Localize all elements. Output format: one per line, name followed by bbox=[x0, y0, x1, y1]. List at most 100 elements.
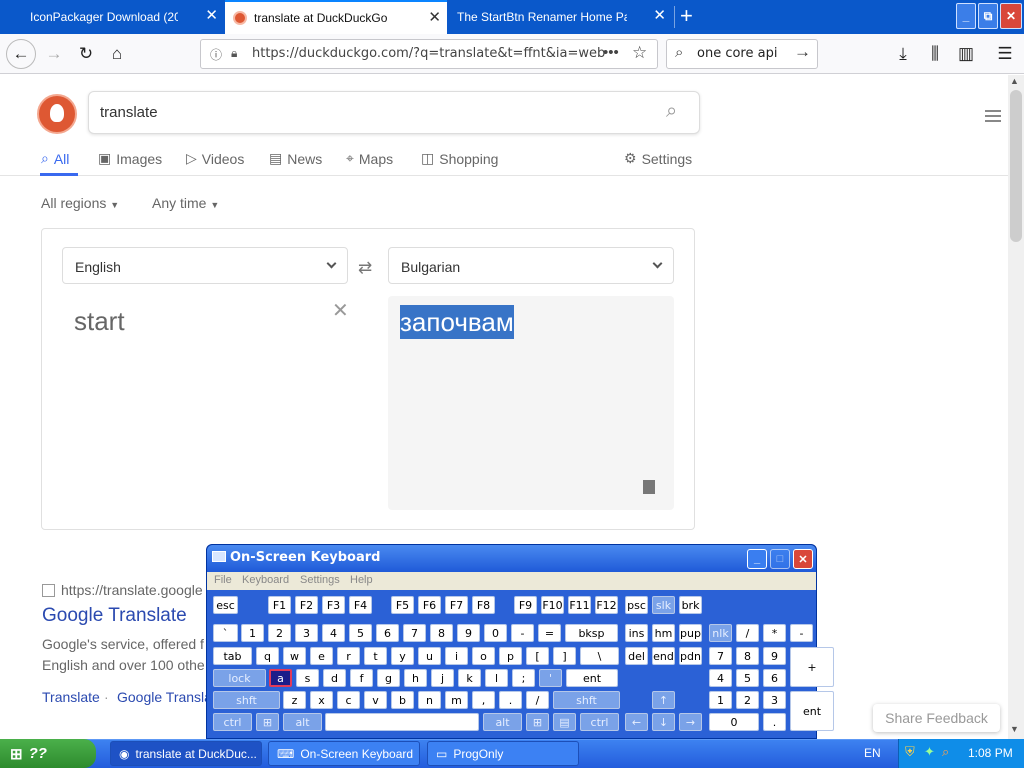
key-f8[interactable]: F8 bbox=[472, 596, 495, 614]
key-sym1-19[interactable]: * bbox=[763, 624, 786, 642]
sidebar-icon[interactable]: ▥ bbox=[952, 40, 980, 68]
tab-all[interactable]: ⌕ All bbox=[41, 150, 69, 167]
key-sym5-8[interactable]: ← bbox=[625, 713, 648, 731]
taskbar-item-progonly[interactable]: ▭ ProgOnly bbox=[427, 741, 579, 766]
key-5[interactable]: 5 bbox=[349, 624, 372, 642]
key-sym2-13[interactable]: \ bbox=[580, 647, 619, 665]
search-go-arrow-icon[interactable]: → bbox=[794, 42, 811, 62]
close-tab-icon[interactable]: ✕ bbox=[205, 8, 218, 24]
close-tab-icon[interactable]: ✕ bbox=[653, 8, 666, 24]
key-f2[interactable]: F2 bbox=[295, 596, 318, 614]
key-a[interactable]: a bbox=[269, 669, 292, 687]
key-b[interactable]: b bbox=[391, 691, 414, 709]
key-brk[interactable]: brk bbox=[679, 596, 702, 614]
key-sym2-12[interactable]: ] bbox=[553, 647, 576, 665]
key-r[interactable]: r bbox=[337, 647, 360, 665]
key-sym4-8[interactable]: , bbox=[472, 691, 495, 709]
osk-menu-help[interactable]: Help bbox=[350, 574, 373, 586]
key-del[interactable]: del bbox=[625, 647, 648, 665]
key-7[interactable]: 7 bbox=[709, 647, 732, 665]
key-3[interactable]: 3 bbox=[763, 691, 786, 709]
sitelink-translate[interactable]: Translate bbox=[42, 689, 100, 705]
source-text-input[interactable]: start bbox=[74, 306, 125, 337]
tab-news[interactable]: ▤ News bbox=[269, 150, 322, 167]
key-7[interactable]: 7 bbox=[403, 624, 426, 642]
source-language-select[interactable]: English bbox=[62, 247, 348, 284]
key-shft[interactable]: shft bbox=[213, 691, 280, 709]
key-8[interactable]: 8 bbox=[430, 624, 453, 642]
key-9[interactable]: 9 bbox=[763, 647, 786, 665]
key-tab[interactable]: tab bbox=[213, 647, 252, 665]
key-bksp[interactable]: bksp bbox=[565, 624, 618, 642]
key-sym1-0[interactable]: ` bbox=[213, 624, 238, 642]
key-alt[interactable]: alt bbox=[483, 713, 522, 731]
key-s[interactable]: s bbox=[296, 669, 319, 687]
key-lock[interactable]: lock bbox=[213, 669, 266, 687]
key-esc[interactable]: esc bbox=[213, 596, 238, 614]
key-f5[interactable]: F5 bbox=[391, 596, 414, 614]
osk-menu-keyboard[interactable]: Keyboard bbox=[242, 574, 289, 586]
close-window-button[interactable]: ✕ bbox=[1000, 3, 1022, 29]
reload-icon[interactable]: ↻ bbox=[72, 40, 100, 68]
key-w[interactable]: w bbox=[283, 647, 306, 665]
search-tray-icon[interactable]: ⌕ bbox=[942, 744, 949, 760]
ddg-menu-icon[interactable] bbox=[985, 110, 1001, 122]
key-0[interactable]: 0 bbox=[709, 713, 759, 731]
key-sym4-10[interactable]: / bbox=[526, 691, 549, 709]
key-p[interactable]: p bbox=[499, 647, 522, 665]
ddg-search-input[interactable]: translate bbox=[100, 104, 158, 121]
key-sym5-6[interactable]: ▤ bbox=[553, 713, 576, 731]
region-filter[interactable]: All regions ▼ bbox=[41, 195, 119, 211]
key-5[interactable]: 5 bbox=[736, 669, 759, 687]
key-ent[interactable]: ent bbox=[790, 691, 834, 731]
key-1[interactable]: 1 bbox=[241, 624, 264, 642]
home-icon[interactable]: ⌂ bbox=[103, 40, 131, 68]
key-t[interactable]: t bbox=[364, 647, 387, 665]
key-sym4-9[interactable]: . bbox=[499, 691, 522, 709]
translation-text[interactable]: започвам bbox=[400, 305, 514, 339]
key-v[interactable]: v bbox=[364, 691, 387, 709]
key-1[interactable]: 1 bbox=[709, 691, 732, 709]
maximize-button[interactable]: ⧉ bbox=[978, 3, 998, 29]
clear-icon[interactable]: ✕ bbox=[332, 298, 349, 323]
key-slk[interactable]: slk bbox=[652, 596, 675, 614]
tab-startbtn[interactable]: The StartBtn Renamer Home Page ✕ bbox=[449, 0, 672, 34]
key-end[interactable]: end bbox=[652, 647, 675, 665]
key-sym5-5[interactable]: ⊞ bbox=[526, 713, 549, 731]
time-filter[interactable]: Any time ▼ bbox=[152, 195, 219, 211]
key-4[interactable]: 4 bbox=[322, 624, 345, 642]
key-psc[interactable]: psc bbox=[625, 596, 648, 614]
tab-iconpackager[interactable]: IconPackager Download (2023 Lat ✕ bbox=[0, 0, 224, 34]
scroll-down-icon[interactable]: ▼ bbox=[1010, 724, 1019, 734]
target-language-select[interactable]: Bulgarian bbox=[388, 247, 674, 284]
result-title[interactable]: Google Translate bbox=[42, 605, 187, 627]
hamburger-menu-icon[interactable]: ☰ bbox=[991, 40, 1019, 68]
result-url[interactable]: https://translate.google bbox=[42, 582, 203, 598]
bookmark-star-icon[interactable]: ☆ bbox=[632, 43, 647, 63]
key-0[interactable]: 0 bbox=[484, 624, 507, 642]
library-icon[interactable]: ⫼ bbox=[921, 40, 949, 68]
url-text[interactable]: https://duckduckgo.com/?q=translate&t=ff… bbox=[252, 46, 605, 61]
key-sym2-20[interactable]: + bbox=[790, 647, 834, 687]
key-sym5-12[interactable]: . bbox=[763, 713, 786, 731]
key-ctrl[interactable]: ctrl bbox=[213, 713, 252, 731]
key-f[interactable]: f bbox=[350, 669, 373, 687]
browser-search-input[interactable]: one core api bbox=[697, 46, 777, 61]
close-tab-icon[interactable]: ✕ bbox=[428, 10, 441, 26]
key-u[interactable]: u bbox=[418, 647, 441, 665]
key-alt[interactable]: alt bbox=[283, 713, 322, 731]
key-f7[interactable]: F7 bbox=[445, 596, 468, 614]
taskbar-item-browser[interactable]: ◉ translate at DuckDuc... bbox=[110, 741, 262, 766]
copy-icon[interactable] bbox=[643, 480, 655, 494]
page-actions-icon[interactable]: ••• bbox=[603, 44, 619, 61]
magnifier-icon[interactable]: ⌕ bbox=[666, 100, 677, 123]
osk-menu-settings[interactable]: Settings bbox=[300, 574, 340, 586]
key-pdn[interactable]: pdn bbox=[679, 647, 702, 665]
key-ent[interactable]: ent bbox=[566, 669, 618, 687]
new-tab-button[interactable]: + bbox=[680, 4, 693, 28]
tab-duckduckgo[interactable]: translate at DuckDuckGo ✕ bbox=[225, 0, 447, 34]
key-9[interactable]: 9 bbox=[457, 624, 480, 642]
key-f9[interactable]: F9 bbox=[514, 596, 537, 614]
key-z[interactable]: z bbox=[283, 691, 306, 709]
osk-minimize-button[interactable]: _ bbox=[747, 549, 767, 569]
